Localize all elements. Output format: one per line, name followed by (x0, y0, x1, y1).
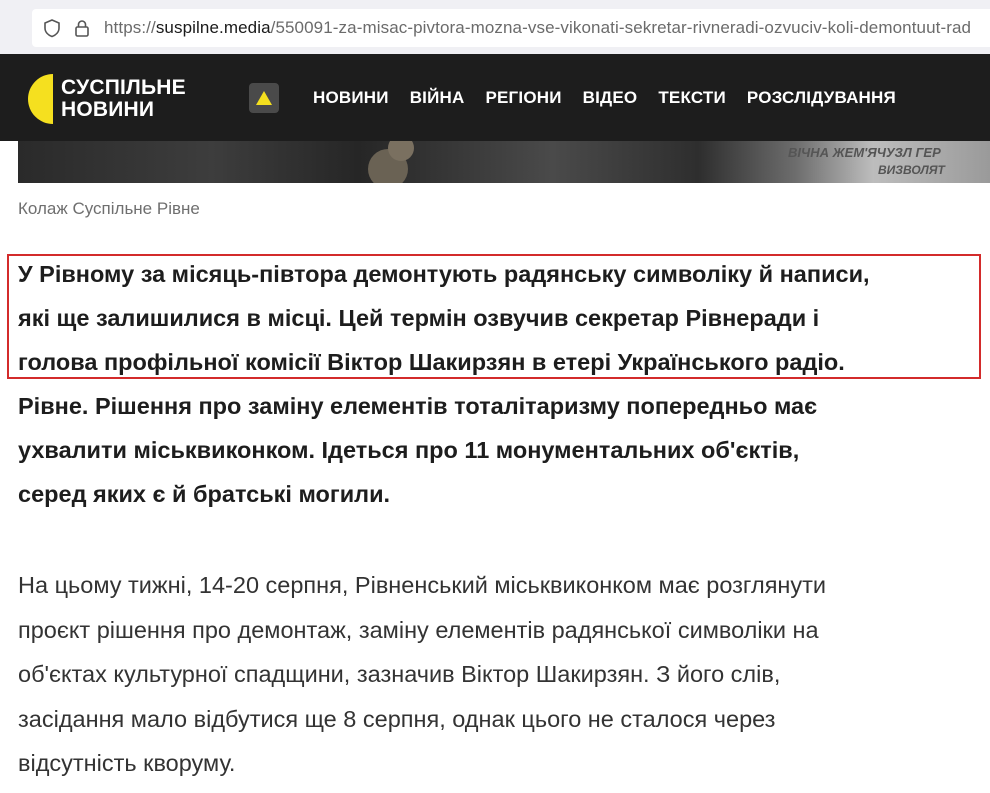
lead-line: ухвалити міськвиконком. Ідеться про 11 м… (18, 437, 800, 463)
paragraph-line: проєкт рішення про демонтаж, заміну елем… (18, 616, 819, 643)
article-image: ВІЧНА ЖЕМ'ЯЧУЗЛ ГЕР ВИЗВОЛЯТ (18, 141, 990, 183)
logo-line-2: НОВИНИ (61, 98, 155, 121)
nav-item-news[interactable]: НОВИНИ (313, 88, 389, 108)
logo-text: СУСПІЛЬНЕ НОВИНИ (61, 77, 186, 121)
lead-line: які ще залишилися в місці. Цей термін оз… (18, 305, 820, 331)
logo-mark-icon (27, 74, 53, 124)
address-bar[interactable]: https://suspilne.media/550091-za-misac-p… (32, 9, 990, 47)
image-caption: Колаж Суспільне Рівне (18, 199, 200, 218)
lead-line: У Рівному за місяць-півтора демонтують р… (18, 261, 870, 287)
url-path: /550091-za-misac-pivtora-mozna-vse-vikon… (270, 18, 972, 37)
stone-inscription: ВИЗВОЛЯТ (878, 163, 945, 177)
paragraph-line: На цьому тижні, 14-20 серпня, Рівненськи… (18, 572, 827, 598)
lock-icon[interactable] (72, 18, 92, 38)
paragraph-line: засідання мало відбутися ще 8 серпня, од… (18, 705, 776, 732)
nav-item-texts[interactable]: ТЕКСТИ (658, 88, 726, 108)
nav-item-video[interactable]: ВІДЕО (583, 88, 638, 108)
site-header: СУСПІЛЬНЕ НОВИНИ НОВИНИ ВІЙНА РЕГІОНИ ВІ… (0, 54, 990, 141)
paragraph-line: відсутність кворуму. (18, 750, 236, 776)
alert-button[interactable] (249, 83, 279, 113)
warning-triangle-icon (256, 91, 272, 105)
nav-item-war[interactable]: ВІЙНА (410, 88, 465, 108)
image-detail (388, 141, 414, 161)
article-paragraph: На цьому тижні, 14-20 серпня, Рівненськи… (18, 563, 978, 786)
logo-line-1: СУСПІЛЬНЕ (61, 76, 186, 99)
article-lead: У Рівному за місяць-півтора демонтують р… (18, 252, 988, 516)
paragraph-line: об'єктах культурної спадщини, зазначив В… (18, 661, 781, 687)
nav-item-investigations[interactable]: РОЗСЛІДУВАННЯ (747, 88, 896, 108)
lead-line: голова профільної комісії Віктор Шакирзя… (18, 349, 845, 375)
nav-item-regions[interactable]: РЕГІОНИ (485, 88, 561, 108)
lead-line: Рівне. Рішення про заміну елементів тота… (18, 393, 818, 419)
browser-toolbar: https://suspilne.media/550091-za-misac-p… (0, 0, 990, 54)
url-text[interactable]: https://suspilne.media/550091-za-misac-p… (104, 18, 971, 38)
lead-line: серед яких є й братські могили. (18, 481, 391, 507)
url-scheme: https:// (104, 18, 156, 37)
stone-inscription: ВІЧНА ЖЕМ'ЯЧУЗЛ ГЕР (788, 145, 941, 160)
site-logo[interactable]: СУСПІЛЬНЕ НОВИНИ (27, 74, 186, 124)
shield-icon[interactable] (42, 18, 62, 38)
main-nav: НОВИНИ ВІЙНА РЕГІОНИ ВІДЕО ТЕКСТИ РОЗСЛІ… (313, 54, 917, 141)
url-host: suspilne.media (155, 18, 271, 37)
